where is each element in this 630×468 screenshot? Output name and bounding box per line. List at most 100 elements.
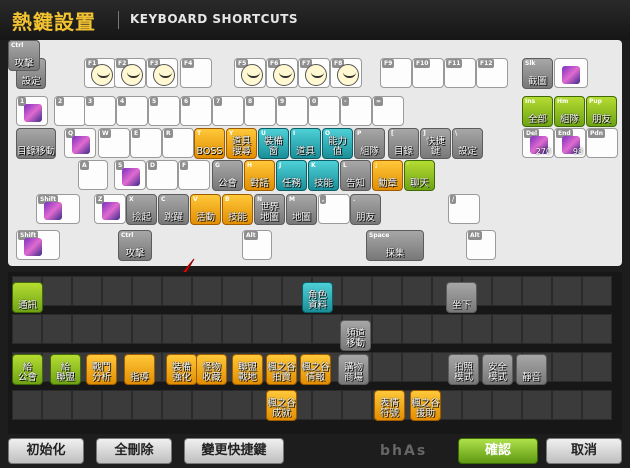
key-slot-pup-29[interactable]: Pup 朋友 [586, 96, 617, 127]
palette-slot[interactable] [462, 314, 492, 344]
palette-action-8[interactable]: 裝備 強化 [166, 354, 197, 385]
key-slot-sym-25[interactable]: - [340, 96, 372, 126]
palette-action-13[interactable]: 購物 商場 [338, 354, 369, 385]
key-slot-m-65[interactable]: M 地圖 [286, 194, 317, 225]
palette-action-18[interactable]: 表情 符號 [374, 390, 405, 421]
key-slot-8-22[interactable]: 8 [244, 96, 276, 126]
key-slot-9-23[interactable]: 9 [276, 96, 308, 126]
reset-button[interactable]: 初始化 [8, 438, 84, 464]
palette-slot[interactable] [222, 390, 252, 420]
key-slot-1-15[interactable]: 1 [16, 96, 48, 126]
palette-action-4[interactable]: 給 公會 [12, 354, 43, 385]
delete-all-button[interactable]: 全刪除 [96, 438, 172, 464]
key-slot-0-24[interactable]: 0 [308, 96, 340, 126]
palette-action-1[interactable]: 角色 資料 [302, 282, 333, 313]
key-slot-p-40[interactable]: P 組隊 [354, 128, 385, 159]
key-slot-space-72[interactable]: Space 採集 [366, 230, 424, 261]
key-slot-o-39[interactable]: O 能力 值 [322, 128, 353, 159]
palette-action-15[interactable]: 安全 模式 [482, 354, 513, 385]
palette-slot[interactable] [312, 314, 342, 344]
key-slot-sym-26[interactable]: = [372, 96, 404, 126]
key-slot-b-63[interactable]: B 技能 [222, 194, 253, 225]
palette-slot[interactable] [72, 314, 102, 344]
key-slot-f5-5[interactable]: F5 [234, 58, 266, 88]
key-slot-sym-68[interactable]: / [448, 194, 480, 224]
palette-action-2[interactable]: 坐下 [446, 282, 477, 313]
key-slot-f3-3[interactable]: F3 [146, 58, 178, 88]
palette-slot[interactable] [12, 314, 42, 344]
key-slot-sym-57[interactable]: ' 聊天 [404, 160, 435, 191]
palette-slot[interactable] [552, 276, 582, 306]
palette-slot[interactable] [522, 314, 552, 344]
key-slot-f7-7[interactable]: F7 [298, 58, 330, 88]
palette-slot[interactable] [582, 390, 612, 420]
cancel-button[interactable]: 取消 [546, 438, 622, 464]
key-slot-u-37[interactable]: U 裝備 窗 [258, 128, 289, 159]
key-slot-g-51[interactable]: G 公會 [212, 160, 243, 191]
palette-slot[interactable] [252, 314, 282, 344]
key-slot-7-21[interactable]: 7 [212, 96, 244, 126]
key-slot-j-53[interactable]: J 任務 [276, 160, 307, 191]
palette-slot[interactable] [102, 314, 132, 344]
palette-action-5[interactable]: 給 聯盟 [50, 354, 81, 385]
palette-slot[interactable] [582, 276, 612, 306]
key-slot-y-36[interactable]: Y 道具 搜尋 [226, 128, 257, 159]
palette-slot[interactable] [132, 390, 162, 420]
key-slot-ins-27[interactable]: Ins 全部 [522, 96, 553, 127]
palette-slot[interactable] [492, 276, 522, 306]
palette-action-17[interactable]: 楓之谷 成就 [266, 390, 297, 421]
key-slot-pdn-46[interactable]: Pdn [586, 128, 618, 158]
key-slot-a-47[interactable]: A [78, 160, 108, 190]
palette-slot[interactable] [342, 276, 372, 306]
key-slot-sym-67[interactable]: . 朋友 [350, 194, 381, 225]
key-slot-f8-8[interactable]: F8 [330, 58, 362, 88]
key-slot-f12-12[interactable]: F12 [476, 58, 508, 88]
palette-slot[interactable] [432, 314, 462, 344]
key-slot-f-50[interactable]: F [178, 160, 210, 190]
key-slot-h-52[interactable]: H 對話 [244, 160, 275, 191]
key-slot-c-61[interactable]: C 跳躍 [158, 194, 189, 225]
key-slot-r-34[interactable]: R [162, 128, 194, 158]
palette-slot[interactable] [522, 276, 552, 306]
palette-slot[interactable] [72, 276, 102, 306]
palette-slot[interactable] [342, 390, 372, 420]
key-slot-l-55[interactable]: L 告知 [340, 160, 371, 191]
key-slot-sym-41[interactable]: [目錄 [388, 128, 419, 159]
confirm-button[interactable]: 確認 [458, 438, 538, 464]
key-slot-e-33[interactable]: E [130, 128, 162, 158]
key-slot-n-64[interactable]: N 世界 地圖 [254, 194, 285, 225]
palette-action-16[interactable]: 靜音 [516, 354, 547, 385]
key-slot-s-48[interactable]: S [114, 160, 146, 190]
key-slot-6-20[interactable]: 6 [180, 96, 212, 126]
key-slot-x-60[interactable]: X 撿起 [126, 194, 157, 225]
key-slot-5-19[interactable]: 5 [148, 96, 180, 126]
palette-slot[interactable] [402, 314, 432, 344]
key-slot-end-45[interactable]: End 98 [554, 128, 586, 158]
key-slot-alt-73[interactable]: Alt [466, 230, 496, 260]
palette-slot[interactable] [102, 276, 132, 306]
palette-action-0[interactable]: 通訊 [12, 282, 43, 313]
palette-slot[interactable] [372, 352, 402, 382]
key-slot-sym-43[interactable]: \ 設定 [452, 128, 483, 159]
palette-slot[interactable] [282, 314, 312, 344]
key-slot-z-59[interactable]: Z [94, 194, 126, 224]
palette-slot[interactable] [492, 314, 522, 344]
palette-slot[interactable] [42, 314, 72, 344]
palette-action-19[interactable]: 楓之谷 援助 [410, 390, 441, 421]
key-slot-3-17[interactable]: 3 [84, 96, 116, 126]
palette-action-6[interactable]: 戰鬥 分析 [86, 354, 117, 385]
key-slot-2-16[interactable]: 2 [54, 96, 86, 126]
key-slot-f1-1[interactable]: F1 [84, 58, 116, 88]
palette-slot[interactable] [162, 390, 192, 420]
key-slot-t-35[interactable]: T BOSS [194, 128, 225, 159]
palette-slot[interactable] [12, 390, 42, 420]
palette-slot[interactable] [252, 276, 282, 306]
palette-slot[interactable] [162, 276, 192, 306]
palette-slot[interactable] [552, 314, 582, 344]
key-slot-q-31[interactable]: Q [64, 128, 96, 158]
key-slot-alt-71[interactable]: Alt [242, 230, 272, 260]
key-slot-ctrl-74[interactable]: Ctrl 攻擊 [8, 40, 40, 71]
palette-slot[interactable] [582, 314, 612, 344]
palette-slot[interactable] [42, 276, 72, 306]
key-slot-f10-10[interactable]: F10 [412, 58, 444, 88]
